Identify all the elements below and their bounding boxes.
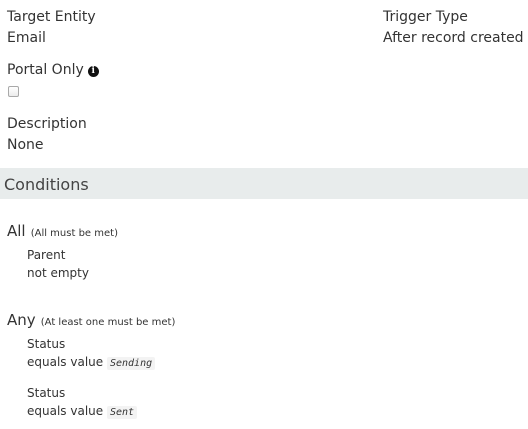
- portal-only-label: Portal Only: [7, 62, 84, 78]
- condition-value: Sent: [106, 406, 138, 419]
- all-group-label: All: [7, 222, 26, 240]
- condition-field: Parent: [27, 248, 66, 262]
- any-group-heading: Any (At least one must be met): [7, 310, 175, 329]
- condition-rule: equals value Sent: [27, 404, 138, 420]
- portal-only-field: Portal Only i: [7, 62, 99, 79]
- any-group-hint: (At least one must be met): [40, 317, 176, 328]
- trigger-type-value: After record created: [383, 30, 524, 46]
- condition-value: Sending: [106, 357, 156, 370]
- condition-field: Status: [27, 337, 66, 351]
- all-group-heading: All (All must be met): [7, 221, 118, 240]
- condition-field: Status: [27, 386, 66, 400]
- condition-rule: equals value Sending: [27, 355, 156, 371]
- any-group-label: Any: [7, 311, 36, 329]
- condition-operator: equals value: [27, 355, 104, 369]
- target-entity-label: Target Entity: [7, 9, 96, 25]
- description-value: None: [7, 137, 44, 153]
- info-icon[interactable]: i: [87, 66, 99, 77]
- portal-only-checkbox[interactable]: [8, 86, 19, 97]
- trigger-type-label: Trigger Type: [383, 9, 468, 25]
- condition-rule: not empty: [27, 266, 89, 280]
- condition-operator: equals value: [27, 404, 104, 418]
- all-group-hint: (All must be met): [30, 228, 118, 239]
- target-entity-value: Email: [7, 30, 46, 46]
- description-label: Description: [7, 116, 87, 132]
- conditions-title: Conditions: [4, 175, 89, 194]
